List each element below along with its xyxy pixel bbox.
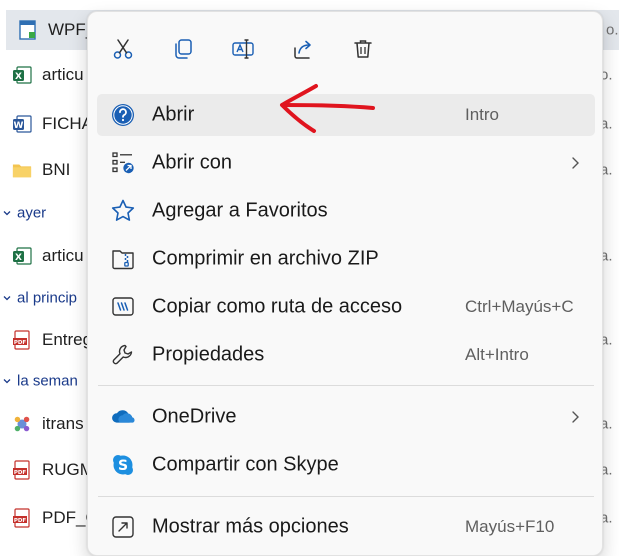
menu-item-label: Mostrar más opciones [152, 515, 349, 538]
menu-item-label: OneDrive [152, 405, 237, 428]
pdf-icon: PDF [12, 459, 32, 481]
pdf-icon: PDF [12, 507, 32, 529]
help-circle-icon [110, 102, 136, 128]
file-name: FICHA [42, 114, 93, 133]
context-menu: Abrir Intro Abrir con Agregar a Favorito… [87, 11, 603, 556]
cut-icon [113, 39, 133, 59]
menu-item-propiedades[interactable]: Propiedades Alt+Intro [97, 334, 595, 376]
svg-text:PDF: PDF [14, 340, 27, 346]
file-meta-fragment: o. [606, 21, 619, 39]
excel-icon: X [12, 245, 32, 267]
menu-item-shortcut: Mayús+F10 [465, 517, 555, 536]
onedrive-icon [110, 404, 136, 430]
menu-item-abrir[interactable]: Abrir Intro [97, 94, 595, 136]
svg-text:PDF: PDF [14, 518, 27, 524]
file-name: itrans [42, 414, 84, 433]
svg-text:W: W [14, 121, 24, 131]
delete-icon [354, 40, 372, 58]
menu-item-mostrar-mas-opciones[interactable]: Mostrar más opciones Mayús+F10 [97, 506, 595, 548]
menu-item-label: Agregar a Favoritos [152, 199, 328, 222]
group-label: la seman [17, 372, 78, 390]
app-icon [12, 413, 32, 435]
copy-button[interactable] [168, 34, 198, 64]
open-with-icon [110, 150, 136, 176]
chevron-down-icon [3, 296, 11, 301]
skype-icon: S [110, 452, 136, 478]
menu-item-label: Copiar como ruta de acceso [152, 295, 403, 318]
svg-text:X: X [15, 253, 22, 263]
more-options-icon [110, 514, 136, 540]
menu-item-compartir-skype[interactable]: S Compartir con Skype [97, 444, 595, 486]
word-icon: W [12, 113, 32, 135]
chevron-right-icon [572, 411, 579, 423]
cut-button[interactable] [108, 34, 138, 64]
menu-item-label: Comprimir en archivo ZIP [152, 247, 379, 270]
menu-item-abrir-con[interactable]: Abrir con [97, 142, 595, 184]
menu-item-agregar-favoritos[interactable]: Agregar a Favoritos [97, 190, 595, 232]
wrench-icon [110, 342, 136, 368]
excel-icon: X [12, 64, 32, 86]
delete-button[interactable] [348, 34, 378, 64]
file-name: articu [42, 65, 84, 84]
group-label: al princip [17, 289, 78, 307]
menu-item-shortcut: Intro [465, 105, 500, 124]
context-menu-toolbar [88, 12, 602, 84]
share-icon [294, 40, 311, 59]
document-icon [18, 19, 38, 41]
svg-text:S: S [118, 458, 128, 474]
file-name: articu [42, 246, 84, 265]
menu-item-copiar-ruta[interactable]: Copiar como ruta de acceso Ctrl+Mayús+C [97, 286, 595, 328]
chevron-down-icon [3, 211, 11, 216]
file-explorer-window: WPF_ o. X articu o. W FICHA a. BNI a. ay… [0, 0, 619, 556]
menu-item-onedrive[interactable]: OneDrive [97, 396, 595, 438]
menu-separator [98, 385, 594, 386]
menu-item-label: Compartir con Skype [152, 453, 339, 476]
menu-item-shortcut: Alt+Intro [465, 345, 529, 364]
copy-path-icon [110, 294, 136, 320]
folder-icon [12, 159, 32, 181]
svg-text:PDF: PDF [14, 470, 27, 476]
menu-separator [98, 496, 594, 497]
menu-item-shortcut: Ctrl+Mayús+C [465, 297, 574, 316]
star-icon [110, 198, 136, 224]
menu-item-comprimir-zip[interactable]: Comprimir en archivo ZIP [97, 238, 595, 280]
menu-item-label: Propiedades [152, 343, 265, 366]
copy-icon [175, 39, 192, 59]
file-name: Entreg [42, 330, 93, 349]
rename-icon [232, 39, 254, 59]
menu-item-label: Abrir [152, 103, 195, 126]
zip-icon [110, 246, 136, 272]
rename-button[interactable] [228, 34, 258, 64]
pdf-icon: PDF [12, 329, 32, 351]
chevron-right-icon [572, 157, 579, 169]
group-label: ayer [17, 204, 47, 222]
svg-text:X: X [15, 72, 22, 82]
share-button[interactable] [288, 34, 318, 64]
menu-item-label: Abrir con [152, 151, 233, 174]
chevron-down-icon [3, 379, 11, 384]
file-name: BNI [42, 160, 71, 179]
